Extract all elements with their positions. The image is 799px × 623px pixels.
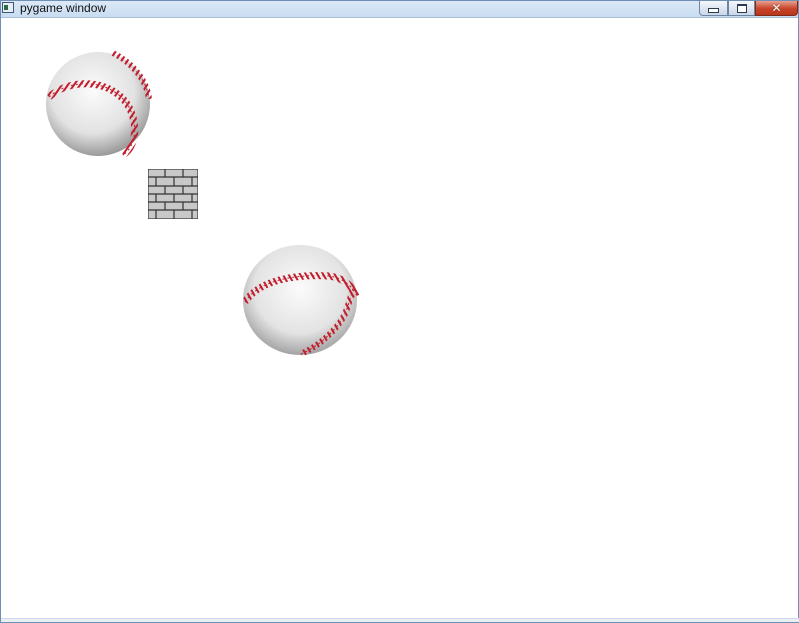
minimize-icon bbox=[708, 8, 719, 13]
pygame-app-icon[interactable] bbox=[2, 2, 14, 13]
baseball-sprite-2 bbox=[242, 245, 359, 356]
title-bar[interactable]: pygame window ✕ bbox=[1, 1, 798, 18]
baseball-sprite-1 bbox=[46, 50, 152, 158]
pygame-window: pygame window ✕ bbox=[0, 0, 799, 623]
window-title: pygame window bbox=[20, 1, 107, 15]
taskbar-edge bbox=[1, 618, 799, 622]
baseball-icon bbox=[243, 245, 357, 355]
close-button[interactable]: ✕ bbox=[755, 1, 798, 16]
brick-wall-sprite bbox=[148, 169, 198, 219]
maximize-icon bbox=[736, 3, 747, 13]
close-icon: ✕ bbox=[771, 1, 782, 15]
brick-wall-icon bbox=[148, 169, 198, 219]
minimize-button[interactable] bbox=[699, 1, 728, 16]
maximize-button[interactable] bbox=[728, 1, 755, 16]
game-canvas[interactable] bbox=[1, 18, 798, 621]
